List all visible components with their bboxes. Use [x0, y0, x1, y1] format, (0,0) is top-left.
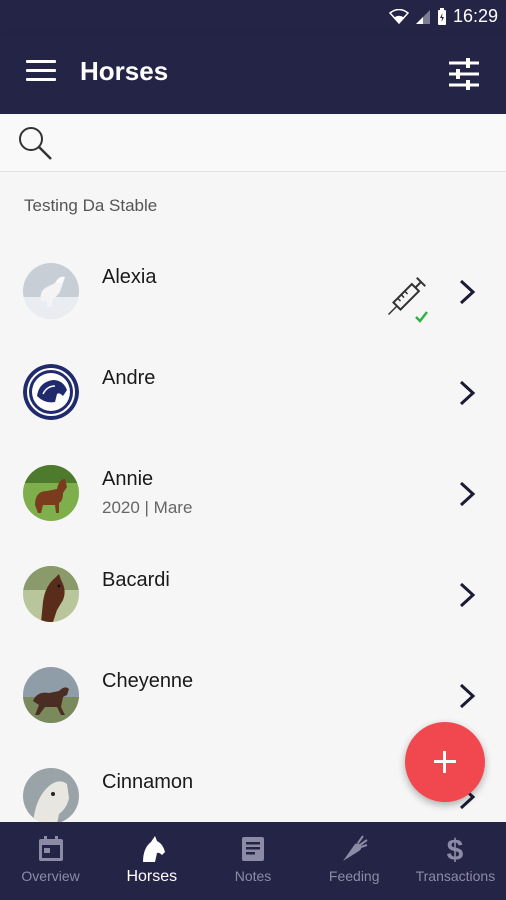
horse-avatar: [23, 566, 79, 622]
list-item-horse[interactable]: Bacardi: [0, 543, 506, 644]
notes-icon: [242, 837, 264, 861]
status-icons: 16:29: [388, 6, 498, 27]
nav-label: Horses: [126, 868, 178, 885]
carrot-icon: [343, 835, 368, 861]
bottom-nav: Overview Horses Notes Feeding $ Transact…: [0, 822, 506, 900]
horse-avatar: [23, 364, 79, 420]
search-input[interactable]: [64, 124, 484, 162]
nav-label: Overview: [21, 868, 80, 884]
calendar-icon: [38, 836, 63, 861]
horse-name: Cinnamon: [102, 771, 194, 793]
nav-label: Feeding: [328, 868, 380, 884]
nav-item-notes[interactable]: Notes: [202, 822, 303, 900]
list-item-horse[interactable]: Annie 2020 | Mare: [0, 442, 506, 543]
chevron-right-icon[interactable]: [456, 379, 478, 407]
horse-name: Cheyenne: [102, 670, 194, 692]
vaccine-syringe-icon: [387, 277, 428, 323]
nav-item-horses[interactable]: Horses: [101, 822, 202, 900]
nav-item-overview[interactable]: Overview: [0, 822, 101, 900]
nav-item-feeding[interactable]: Feeding: [304, 822, 405, 900]
horse-name: Bacardi: [102, 569, 170, 591]
horse-avatar: [23, 667, 79, 723]
add-horse-button[interactable]: [405, 722, 485, 802]
nav-item-transactions[interactable]: $ Transactions: [405, 822, 506, 900]
status-bar: 16:29: [0, 0, 506, 34]
chevron-right-icon[interactable]: [456, 480, 478, 508]
stable-section-header: Testing Da Stable: [24, 196, 158, 215]
horse-avatar: [23, 465, 79, 521]
horse-name: Annie: [102, 468, 154, 490]
horse-avatar: [23, 263, 79, 319]
dollar-icon: $: [447, 834, 464, 864]
list-item-horse[interactable]: Alexia: [0, 240, 506, 341]
chevron-right-icon[interactable]: [456, 581, 478, 609]
battery-icon: [437, 7, 446, 25]
status-time: 16:29: [452, 6, 498, 26]
app-bar: Horses: [0, 34, 506, 114]
svg-text:$: $: [447, 834, 464, 864]
list-item-horse[interactable]: Andre: [0, 341, 506, 442]
horse-details: 2020 | Mare: [102, 498, 193, 517]
search-bar: [0, 114, 506, 172]
signal-icon: [415, 9, 430, 24]
menu-icon[interactable]: [26, 60, 56, 88]
nav-label: Transactions: [415, 868, 496, 884]
nav-label: Notes: [234, 868, 272, 884]
horse-avatar: [23, 768, 79, 824]
chevron-right-icon[interactable]: [456, 682, 478, 710]
horse-head-icon: [142, 836, 165, 862]
wifi-icon: [388, 8, 409, 24]
chevron-right-icon[interactable]: [456, 278, 478, 306]
horse-name: Andre: [102, 367, 156, 389]
search-icon[interactable]: [16, 124, 54, 162]
filter-sliders-icon[interactable]: [446, 56, 482, 92]
horse-name: Alexia: [102, 266, 157, 288]
page-title: Horses: [80, 56, 169, 86]
